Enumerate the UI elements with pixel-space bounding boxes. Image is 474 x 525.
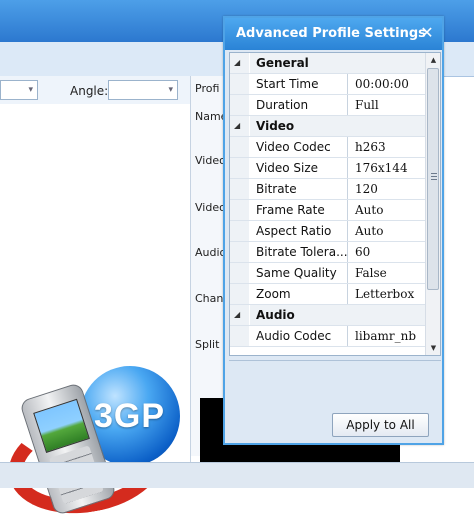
property-value[interactable]: libamr_nb bbox=[349, 326, 425, 346]
property-name: Frame Rate bbox=[250, 200, 348, 220]
side-label-channel: Chan bbox=[195, 292, 224, 305]
collapse-icon[interactable]: ◢ bbox=[234, 116, 248, 136]
property-value[interactable]: 60 bbox=[349, 242, 425, 262]
phone-screen bbox=[33, 398, 90, 453]
subtitle-combo[interactable]: ▾ bbox=[0, 80, 38, 100]
property-name: Start Time bbox=[250, 74, 348, 94]
property-row-bitrate[interactable]: Bitrate 120 bbox=[230, 179, 425, 200]
property-name: Same Quality bbox=[250, 263, 348, 283]
collapse-icon[interactable]: ◢ bbox=[234, 53, 248, 73]
property-name: Duration bbox=[250, 95, 348, 115]
property-name: Audio Codec bbox=[250, 326, 348, 346]
property-value[interactable]: 176x144 bbox=[349, 158, 425, 178]
property-value[interactable]: Auto bbox=[349, 221, 425, 241]
property-value[interactable]: Auto bbox=[349, 200, 425, 220]
panel-title: Advanced Profile Settings bbox=[236, 26, 426, 41]
angle-label: Angle: bbox=[70, 84, 109, 98]
property-row-video-size[interactable]: Video Size 176x144 bbox=[230, 158, 425, 179]
preview-area: 3GP bbox=[0, 104, 191, 525]
property-name: Bitrate bbox=[250, 179, 348, 199]
property-row-aspect-ratio[interactable]: Aspect Ratio Auto bbox=[230, 221, 425, 242]
panel-titlebar[interactable]: Advanced Profile Settings ✕ bbox=[225, 18, 442, 50]
property-row-duration[interactable]: Duration Full bbox=[230, 95, 425, 116]
property-description-area bbox=[229, 360, 441, 409]
scroll-down-icon[interactable]: ▼ bbox=[426, 341, 440, 355]
property-row-start-time[interactable]: Start Time 00:00:00 bbox=[230, 74, 425, 95]
property-name: Video Codec bbox=[250, 137, 348, 157]
property-value[interactable]: 120 bbox=[349, 179, 425, 199]
property-value[interactable]: Letterbox bbox=[349, 284, 425, 304]
side-label-split: Split bbox=[195, 338, 220, 351]
property-row-video-codec[interactable]: Video Codec h263 bbox=[230, 137, 425, 158]
property-value[interactable]: Full bbox=[349, 95, 425, 115]
scroll-thumb[interactable] bbox=[427, 68, 439, 290]
property-name: Aspect Ratio bbox=[250, 221, 348, 241]
property-row-same-quality[interactable]: Same Quality False bbox=[230, 263, 425, 284]
angle-combo[interactable]: ▾ bbox=[108, 80, 178, 100]
category-video[interactable]: ◢ Video bbox=[230, 116, 425, 137]
collapse-icon[interactable]: ◢ bbox=[234, 305, 248, 325]
category-label: Audio bbox=[250, 305, 425, 325]
scroll-up-icon[interactable]: ▲ bbox=[426, 53, 440, 67]
property-row-zoom[interactable]: Zoom Letterbox bbox=[230, 284, 425, 305]
logo-text: 3GP bbox=[94, 397, 166, 435]
category-general[interactable]: ◢ General bbox=[230, 53, 425, 74]
grip-icon bbox=[431, 173, 437, 180]
property-row-frame-rate[interactable]: Frame Rate Auto bbox=[230, 200, 425, 221]
close-icon[interactable]: ✕ bbox=[418, 24, 436, 42]
property-value[interactable]: h263 bbox=[349, 137, 425, 157]
category-audio[interactable]: ◢ Audio bbox=[230, 305, 425, 326]
apply-to-all-button[interactable]: Apply to All bbox=[332, 413, 429, 437]
side-label-video-2: Video bbox=[195, 201, 226, 214]
property-value[interactable]: 00:00:00 bbox=[349, 74, 425, 94]
property-row-audio-codec[interactable]: Audio Codec libamr_nb bbox=[230, 326, 425, 347]
advanced-profile-settings-panel: Advanced Profile Settings ✕ ◢ General St… bbox=[223, 16, 444, 445]
side-label-audio: Audio bbox=[195, 246, 227, 259]
property-name: Zoom bbox=[250, 284, 348, 304]
property-row-bitrate-tolerance[interactable]: Bitrate Tolera... 60 bbox=[230, 242, 425, 263]
property-grid: ◢ General Start Time 00:00:00 Duration F… bbox=[229, 52, 441, 356]
side-label-profile: Profi bbox=[195, 82, 220, 95]
property-grid-scrollbar[interactable]: ▲ ▼ bbox=[425, 53, 440, 355]
property-name: Bitrate Tolera... bbox=[250, 242, 348, 262]
category-label: Video bbox=[250, 116, 425, 136]
category-label: General bbox=[250, 53, 425, 73]
side-label-video-1: Video bbox=[195, 154, 226, 167]
property-value[interactable]: False bbox=[349, 263, 425, 283]
property-name: Video Size bbox=[250, 158, 348, 178]
main-window-bottom-bar bbox=[0, 462, 474, 488]
